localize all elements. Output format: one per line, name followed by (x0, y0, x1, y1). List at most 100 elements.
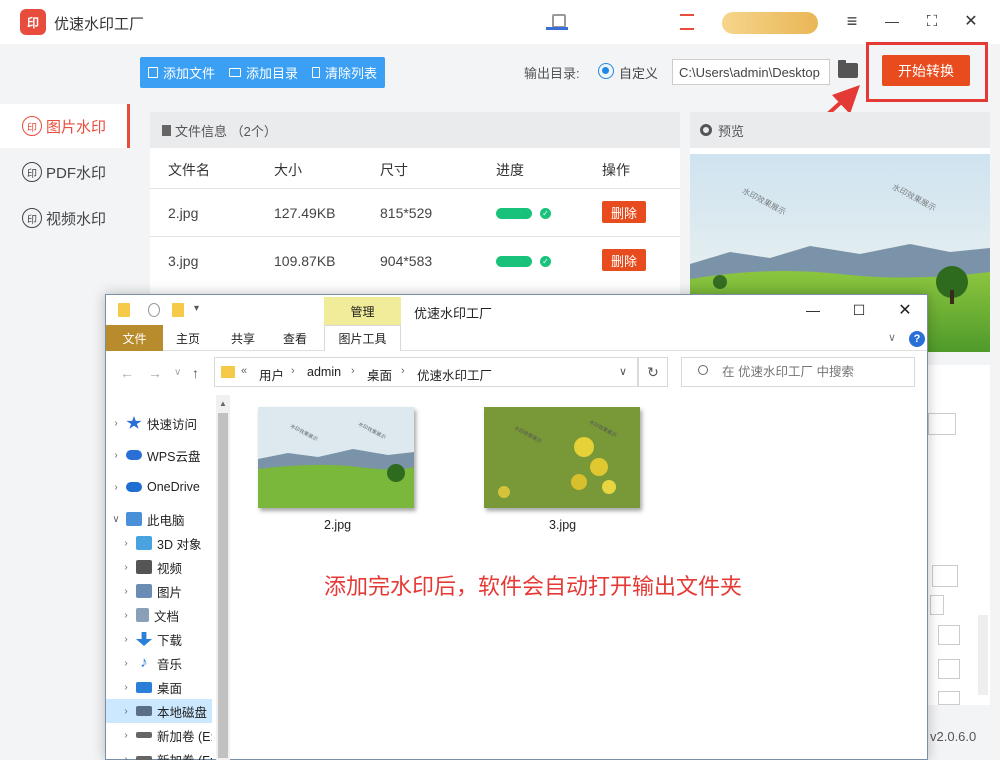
notice-icon[interactable] (680, 14, 694, 30)
help-icon[interactable]: ? (909, 331, 925, 347)
new-folder-icon[interactable] (172, 303, 184, 317)
clear-list-label: 清除列表 (325, 66, 378, 81)
chevron-right-icon[interactable]: › (116, 730, 136, 741)
tree-label: 3D 对象 (157, 537, 202, 552)
clear-list-button[interactable]: 清除列表 (312, 63, 377, 82)
tab-share[interactable]: 共享 (218, 325, 268, 351)
add-file-button[interactable]: 添加文件 (148, 63, 215, 82)
tree-item-drive-f[interactable]: › 新加卷 (F: (106, 747, 212, 760)
expand-ribbon-icon[interactable]: ∨ (888, 331, 896, 344)
sidebar-item-label: 图片水印 (46, 118, 107, 136)
scroll-thumb[interactable] (218, 413, 228, 758)
number-stepper[interactable] (938, 691, 960, 705)
explorer-close-button[interactable]: ✕ (892, 299, 918, 321)
breadcrumb-desktop[interactable]: 桌面 (367, 365, 392, 384)
tab-view[interactable]: 查看 (270, 325, 320, 351)
settings-scrollbar[interactable] (978, 615, 988, 695)
sidebar-item-pdf-watermark[interactable]: 印 PDF水印 (0, 150, 130, 194)
tab-home[interactable]: 主页 (163, 325, 213, 351)
column-header-action: 操作 (602, 162, 630, 178)
delete-button[interactable]: 删除 (602, 201, 646, 223)
sidebar-item-image-watermark[interactable]: 印 图片水印 (0, 104, 130, 148)
maximize-button[interactable]: ⛶ (920, 10, 944, 32)
minimize-button[interactable]: — (880, 10, 904, 32)
search-input[interactable] (681, 357, 915, 387)
menu-button[interactable]: ≡ (840, 10, 864, 32)
start-convert-button[interactable]: 开始转换 (882, 55, 970, 86)
chevron-right-icon[interactable]: › (106, 418, 126, 429)
tab-manage[interactable]: 管理 (324, 297, 401, 325)
quick-access-dropdown-icon[interactable]: ▾ (194, 303, 199, 314)
delete-button[interactable]: 删除 (602, 249, 646, 271)
back-arrow-icon[interactable]: ← (120, 365, 134, 381)
breadcrumb-users[interactable]: 用户 (259, 365, 284, 384)
browse-folder-icon[interactable] (838, 60, 858, 78)
tree-item-videos[interactable]: › 视频 (106, 555, 212, 579)
tree-label: 桌面 (157, 681, 183, 696)
tree-item-wps-cloud[interactable]: › WPS云盘 (106, 443, 212, 467)
chevron-right-icon[interactable]: › (116, 610, 136, 621)
chevron-right-icon[interactable]: › (106, 482, 126, 493)
settings-dropdown[interactable] (928, 413, 956, 435)
file-name-label[interactable]: 3.jpg (549, 518, 576, 532)
tab-picture-tools[interactable]: 图片工具 (324, 325, 401, 351)
chevron-right-icon[interactable]: › (116, 586, 136, 597)
add-file-label: 添加文件 (163, 66, 216, 81)
chevron-right-icon[interactable]: › (116, 538, 136, 549)
chevron-right-icon[interactable]: › (116, 634, 136, 645)
tree-item-documents[interactable]: › 文档 (106, 603, 212, 627)
screen-icon[interactable] (546, 14, 568, 30)
explorer-minimize-button[interactable]: — (800, 299, 826, 321)
tree-item-downloads[interactable]: › 下载 (106, 627, 212, 651)
file-list-header: 文件信息 （2个） (150, 112, 680, 148)
tree-item-music[interactable]: › ♪ 音乐 (106, 651, 212, 675)
file-thumbnail-2[interactable]: 水印效果展示 水印效果展示 (258, 407, 414, 508)
close-button[interactable]: ✕ (959, 10, 983, 32)
address-bar[interactable]: « 用户 › admin › 桌面 › 优速水印工厂 ∨ (214, 357, 638, 387)
folder-icon[interactable] (118, 303, 130, 317)
tree-item-local-disk[interactable]: › 本地磁盘 (106, 699, 212, 723)
tree-label: 新加卷 (E: (157, 729, 212, 744)
music-icon: ♪ (140, 654, 148, 671)
scroll-up-icon[interactable]: ▲ (216, 399, 230, 408)
chevron-down-icon[interactable]: ∨ (106, 514, 126, 525)
custom-radio[interactable] (598, 63, 614, 79)
vip-badge[interactable] (722, 12, 818, 34)
up-arrow-icon[interactable]: ↑ (192, 365, 199, 381)
number-stepper[interactable] (938, 659, 960, 679)
number-stepper[interactable] (938, 625, 960, 645)
chevron-right-icon[interactable]: › (116, 658, 136, 669)
desktop-icon (136, 681, 152, 693)
chevron-right-icon[interactable]: › (116, 682, 136, 693)
chevron-right-icon[interactable]: › (116, 706, 136, 717)
trash-icon (312, 67, 321, 78)
file-list-title: 文件信息 （2个） (175, 123, 277, 139)
tree-item-quick-access[interactable]: › 快速访问 (106, 411, 212, 435)
tree-item-pictures[interactable]: › 图片 (106, 579, 212, 603)
column-header-size: 大小 (274, 162, 302, 178)
forward-arrow-icon[interactable]: → (148, 365, 162, 381)
tree-item-drive-e[interactable]: › 新加卷 (E: (106, 723, 212, 747)
chevron-right-icon[interactable]: › (116, 562, 136, 573)
tree-item-3d-objects[interactable]: › 3D 对象 (106, 531, 212, 555)
address-dropdown-icon[interactable]: ∨ (619, 365, 627, 378)
file-name-label[interactable]: 2.jpg (324, 518, 351, 532)
refresh-icon[interactable]: ↻ (638, 357, 668, 387)
tree-item-onedrive[interactable]: › OneDrive (106, 475, 212, 499)
explorer-maximize-button[interactable]: ☐ (846, 299, 872, 321)
chevron-right-icon[interactable]: › (106, 450, 126, 461)
recent-dropdown-icon[interactable]: ∨ (174, 367, 181, 378)
color-dropdown[interactable] (930, 595, 944, 615)
add-folder-button[interactable]: 添加目录 (229, 63, 298, 82)
tree-item-this-pc[interactable]: ∨ 此电脑 (106, 507, 212, 531)
chevron-right-icon[interactable]: › (116, 754, 136, 760)
add-stepper-button[interactable] (932, 565, 958, 587)
sidebar-item-video-watermark[interactable]: 印 视频水印 (0, 196, 130, 240)
tree-scrollbar[interactable]: ▲ (216, 395, 230, 760)
breadcrumb-admin[interactable]: admin (307, 365, 341, 379)
file-thumbnail-3[interactable]: 水印效果展示 水印效果展示 (484, 407, 640, 508)
tree-item-desktop[interactable]: › 桌面 (106, 675, 212, 699)
properties-icon[interactable] (148, 303, 160, 317)
breadcrumb-folder[interactable]: 优速水印工厂 (417, 365, 492, 384)
tab-file[interactable]: 文件 (106, 325, 163, 351)
